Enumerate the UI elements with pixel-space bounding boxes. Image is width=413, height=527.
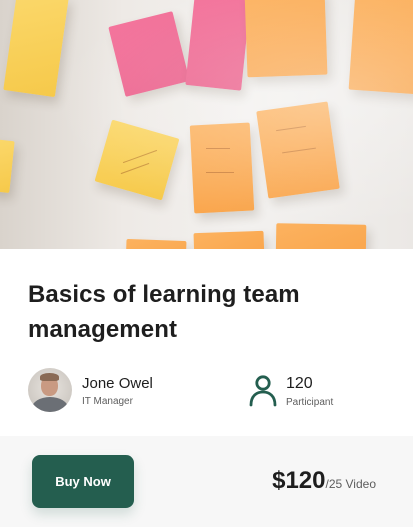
participants: 120 Participant: [249, 374, 379, 414]
price-amount: $120: [272, 467, 326, 494]
instructor-role: IT Manager: [82, 396, 133, 407]
participant-label: Participant: [286, 397, 334, 408]
price: $120/25 Video: [272, 467, 376, 495]
instructor: Jone Owel IT Manager: [28, 368, 228, 414]
user-icon: [249, 375, 277, 407]
course-image: [0, 0, 413, 249]
instructor-name: Jone Owel: [82, 375, 153, 392]
participant-count: 120: [286, 375, 313, 392]
avatar: [28, 368, 72, 412]
course-title-line-2: management: [28, 316, 178, 343]
course-card[interactable]: Basics of learning team management Jone …: [0, 0, 413, 527]
buy-now-button[interactable]: Buy Now: [32, 455, 134, 508]
course-title-line-1: Basics of learning team: [28, 281, 300, 308]
course-title: Basics of learning team management: [28, 277, 388, 347]
card-footer: Buy Now $120/25 Video: [0, 436, 413, 527]
price-unit: /25 Video: [325, 477, 377, 491]
